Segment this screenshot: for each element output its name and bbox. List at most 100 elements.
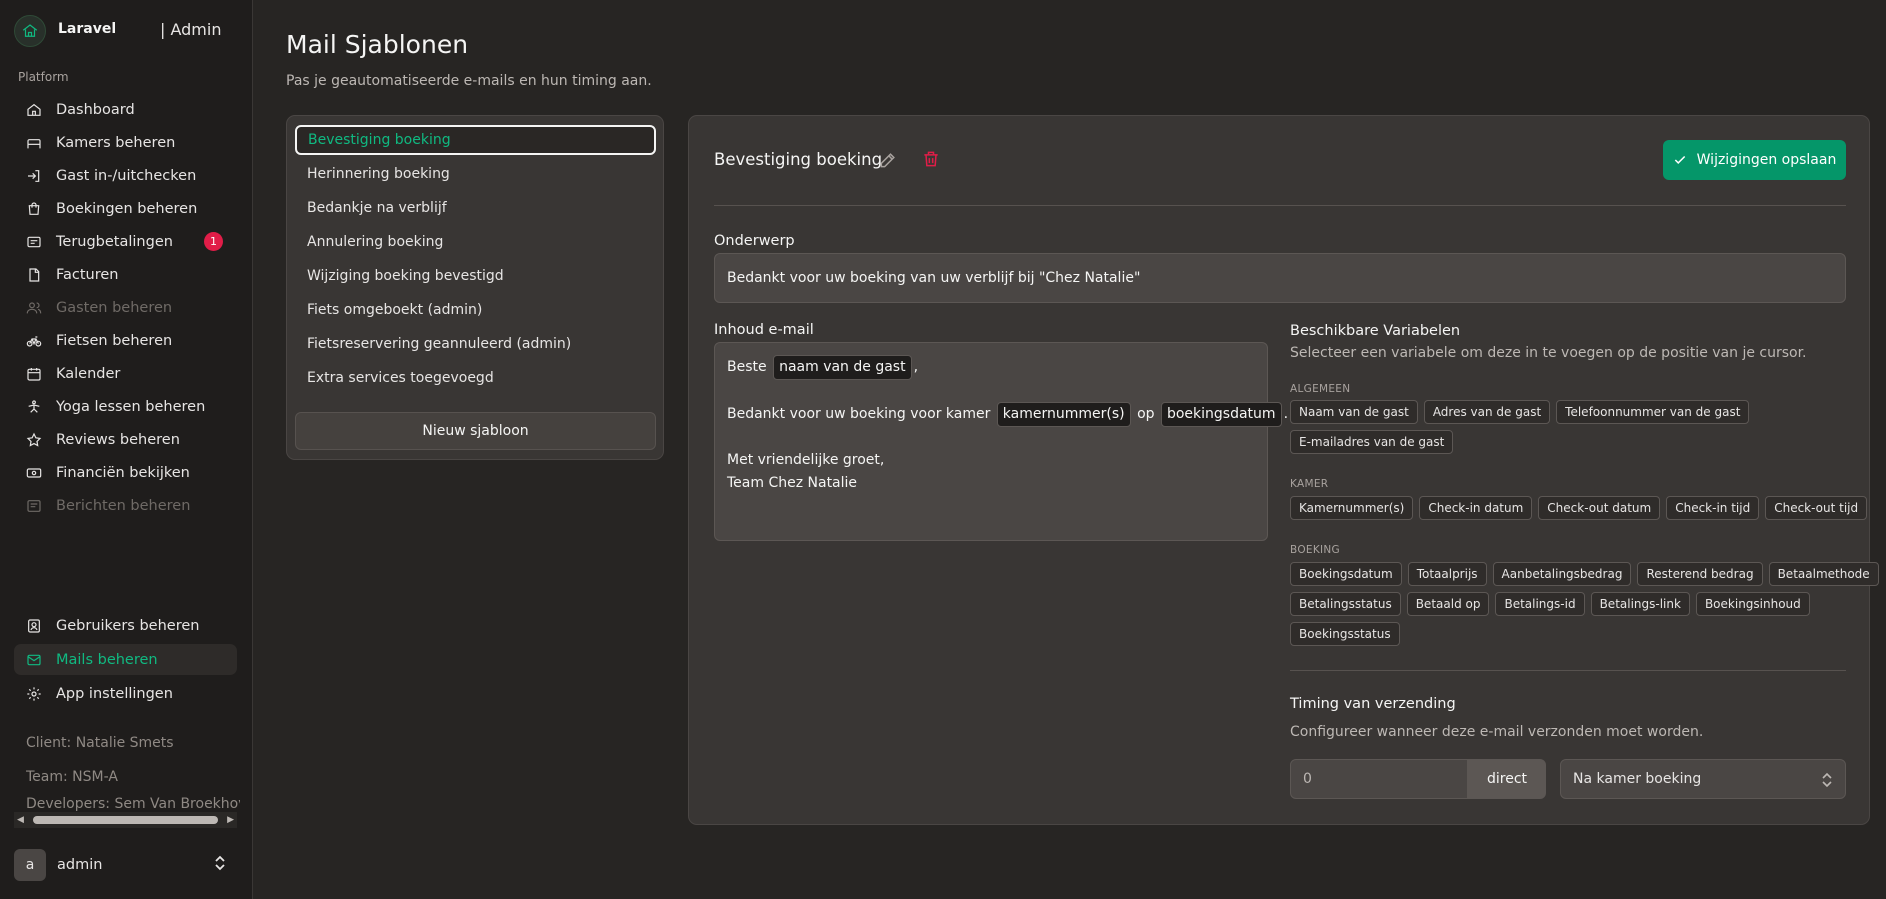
- nav-item-kalender[interactable]: Kalender: [14, 358, 237, 389]
- body-label: Inhoud e-mail: [714, 322, 814, 338]
- nav-item-instellingen[interactable]: App instellingen: [14, 678, 237, 709]
- nav-item-label: Berichten beheren: [56, 497, 191, 514]
- divider: [714, 205, 1846, 206]
- template-item[interactable]: Bedankje na verblijf: [295, 193, 656, 223]
- nav-item-boekingen[interactable]: Boekingen beheren: [14, 193, 237, 224]
- home-icon: [26, 102, 42, 118]
- star-icon: [26, 432, 42, 448]
- variable-chip[interactable]: Betalingsstatus: [1290, 592, 1401, 616]
- yoga-icon: [26, 399, 42, 415]
- variable-chip[interactable]: Betalings-link: [1590, 592, 1690, 616]
- template-list: Bevestiging boeking Herinnering boeking …: [286, 115, 664, 460]
- message-icon: [26, 498, 42, 514]
- template-item[interactable]: Fietsreservering geannuleerd (admin): [295, 329, 656, 359]
- developers-text: Developers: Sem Van Broekhove: [26, 796, 240, 812]
- body-line: Team Chez Natalie: [727, 475, 858, 491]
- scrollbar-thumb[interactable]: [33, 816, 218, 824]
- variable-chip[interactable]: Aanbetalingsbedrag: [1492, 562, 1632, 586]
- divider: [1290, 670, 1846, 671]
- brand-name: Laravel: [58, 21, 117, 37]
- category-label: ALGEMEEN: [1290, 383, 1351, 395]
- nav-item-mails[interactable]: Mails beheren: [14, 644, 237, 675]
- variable-chip[interactable]: Telefoonnummer van de gast: [1556, 400, 1750, 424]
- subject-input[interactable]: Bedankt voor uw boeking van uw verblijf …: [714, 253, 1846, 303]
- bag-icon: [26, 201, 42, 217]
- delay-input[interactable]: 0: [1290, 759, 1468, 799]
- gear-icon: [26, 686, 42, 702]
- variable-chip[interactable]: Check-in tijd: [1666, 496, 1760, 520]
- scroll-right-icon[interactable]: ▶: [227, 815, 234, 825]
- nav-item-reviews[interactable]: Reviews beheren: [14, 424, 237, 455]
- body-editor[interactable]: Beste naam van de gast, Bedankt voor uw …: [714, 342, 1288, 541]
- document-icon: [26, 267, 42, 283]
- nav-item-label: Gebruikers beheren: [56, 617, 200, 634]
- save-button[interactable]: Wijzigingen opslaan: [1663, 140, 1846, 180]
- new-template-button[interactable]: Nieuw sjabloon: [295, 412, 656, 450]
- horizontal-scrollbar[interactable]: ◀ ▶: [14, 812, 237, 828]
- template-item[interactable]: Annulering boeking: [295, 227, 656, 257]
- delay-unit[interactable]: direct: [1468, 759, 1546, 799]
- nav-item-fietsen[interactable]: Fietsen beheren: [14, 325, 237, 356]
- template-item[interactable]: Herinnering boeking: [295, 159, 656, 189]
- chip-row: Kamernummer(s) Check-in datum Check-out …: [1290, 496, 1873, 520]
- variable-chip[interactable]: Boekingsstatus: [1290, 622, 1400, 646]
- pencil-icon[interactable]: [878, 150, 898, 174]
- mail-icon: [26, 652, 42, 668]
- template-item[interactable]: Bevestiging boeking: [295, 125, 656, 155]
- variable-chip[interactable]: E-mailadres van de gast: [1290, 430, 1454, 454]
- door-enter-icon: [26, 168, 42, 184]
- nav-item-label: Mails beheren: [56, 651, 158, 668]
- variable-chip[interactable]: Totaalprijs: [1407, 562, 1487, 586]
- nav-group-label: Platform: [18, 70, 69, 84]
- body-line: Beste naam van de gast,: [727, 355, 1255, 380]
- variable-chip[interactable]: Kamernummer(s): [1290, 496, 1414, 520]
- user-menu[interactable]: a admin: [14, 848, 237, 882]
- variable-chip[interactable]: Boekingsinhoud: [1695, 592, 1810, 616]
- variable-chip[interactable]: Check-out datum: [1538, 496, 1661, 520]
- receipt-icon: [26, 234, 42, 250]
- variable-chip[interactable]: boekingsdatum: [1160, 402, 1282, 427]
- variable-chip[interactable]: Boekingsdatum: [1290, 562, 1402, 586]
- nav-item-label: Yoga lessen beheren: [56, 398, 206, 415]
- nav-item-terugbetalingen[interactable]: Terugbetalingen 1: [14, 226, 237, 257]
- user-name: admin: [57, 857, 103, 873]
- user-badge-icon: [26, 618, 42, 634]
- brand[interactable]: Laravel | Admin: [14, 14, 239, 48]
- nav-item-kamers[interactable]: Kamers beheren: [14, 127, 237, 158]
- chevron-up-down-icon: [1821, 772, 1833, 792]
- variable-chip[interactable]: Betaalmethode: [1768, 562, 1879, 586]
- nav-item-gasten: Gasten beheren: [14, 292, 237, 323]
- scroll-left-icon[interactable]: ◀: [17, 815, 24, 825]
- trash-icon[interactable]: [921, 149, 941, 173]
- calendar-icon: [26, 366, 42, 382]
- timing-title: Timing van verzending: [1290, 696, 1456, 712]
- nav-item-checkin[interactable]: Gast in-/uitchecken: [14, 160, 237, 191]
- variable-chip[interactable]: Adres van de gast: [1423, 400, 1551, 424]
- chip-row: Betalingsstatus Betaald op Betalings-id …: [1290, 592, 1816, 616]
- variable-chip[interactable]: Resterend bedrag: [1637, 562, 1763, 586]
- template-item[interactable]: Fiets omgeboekt (admin): [295, 295, 656, 325]
- variable-chip[interactable]: naam van de gast: [773, 355, 912, 380]
- nav-item-yoga[interactable]: Yoga lessen beheren: [14, 391, 237, 422]
- variable-chip[interactable]: Check-out tijd: [1765, 496, 1868, 520]
- check-icon: [1674, 155, 1685, 164]
- chip-row: Boekingsstatus: [1290, 622, 1406, 646]
- template-item[interactable]: Extra services toegevoegd: [295, 363, 656, 393]
- nav-item-dashboard[interactable]: Dashboard: [14, 94, 237, 125]
- trigger-select[interactable]: Na kamer boeking: [1560, 759, 1846, 799]
- bed-icon: [26, 135, 42, 151]
- nav-item-facturen[interactable]: Facturen: [14, 259, 237, 290]
- nav-item-gebruikers[interactable]: Gebruikers beheren: [14, 610, 237, 641]
- variable-chip[interactable]: Betalings-id: [1495, 592, 1585, 616]
- body-text: Beste: [727, 359, 767, 375]
- template-item[interactable]: Wijziging boeking bevestigd: [295, 261, 656, 291]
- variable-chip[interactable]: Naam van de gast: [1290, 400, 1418, 424]
- nav-item-financien[interactable]: Financiën bekijken: [14, 457, 237, 488]
- brand-suffix: | Admin: [160, 20, 222, 39]
- variable-chip[interactable]: Check-in datum: [1419, 496, 1533, 520]
- variable-chip[interactable]: kamernummer(s): [996, 402, 1131, 427]
- variables-title: Beschikbare Variabelen: [1290, 323, 1461, 339]
- variable-chip[interactable]: Betaald op: [1406, 592, 1490, 616]
- nav-item-berichten: Berichten beheren: [14, 490, 237, 521]
- nav-item-label: Boekingen beheren: [56, 200, 198, 217]
